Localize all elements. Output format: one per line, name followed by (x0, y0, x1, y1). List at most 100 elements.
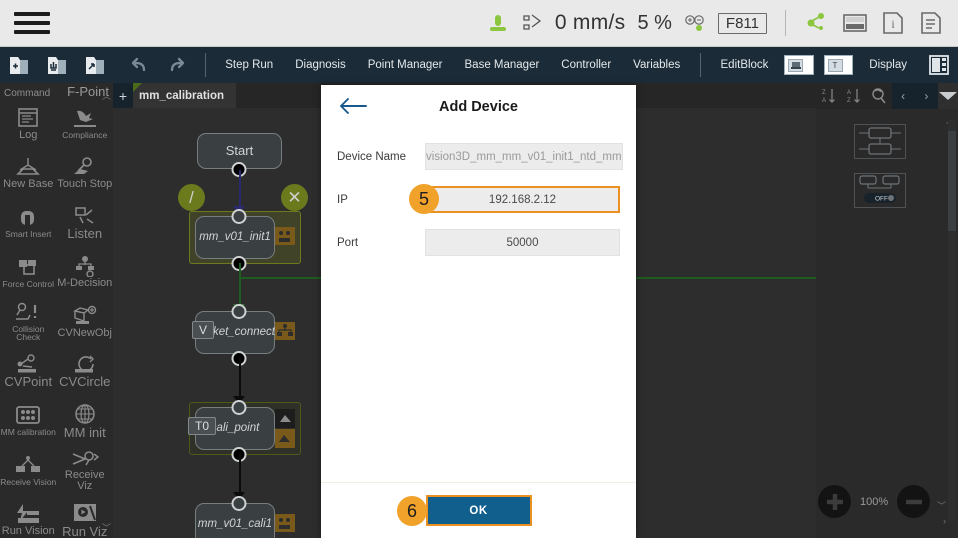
next-page-button[interactable]: › (914, 83, 938, 109)
menu-variables[interactable]: Variables (622, 59, 691, 71)
sort-z-a-icon[interactable]: AZ (841, 83, 866, 109)
sidebar-item-force-control[interactable]: Force Control (0, 248, 57, 298)
sidebar-scroll-down-icon[interactable]: ﹀ (102, 521, 111, 534)
properties-body: ︿ OFF ﹀ › (816, 109, 958, 538)
node-label: Start (225, 142, 254, 158)
tool-dropdown[interactable]: T 0 NOTOC ▼ (823, 55, 854, 75)
node-init-in-port[interactable] (231, 209, 247, 224)
menu-controller[interactable]: Controller (550, 59, 622, 71)
panel-scroll-down-icon[interactable]: ﹀ (937, 499, 946, 512)
sidebar-item-mm-init[interactable]: MM init (57, 396, 114, 446)
flow-block-card[interactable] (854, 124, 906, 159)
frame-indicator[interactable]: F811 (717, 12, 767, 34)
node-delete-badge[interactable]: ✕ (281, 184, 308, 211)
node-cali-point-in-port[interactable] (231, 400, 247, 415)
application-window: 0 mm/s 5 % F811 i Step Run Diagnosis Poi… (0, 0, 958, 538)
tool-icon: T (827, 58, 843, 72)
redo-icon[interactable] (158, 53, 196, 77)
sidebar-label: Compliance (62, 130, 108, 140)
toggle-block-card[interactable]: OFF (854, 173, 906, 208)
menu-diagnosis[interactable]: Diagnosis (284, 59, 357, 71)
open-file-icon[interactable] (76, 53, 114, 77)
sidebar-scroll-up-icon[interactable]: ︿ (102, 89, 111, 102)
ok-button[interactable]: OK (425, 495, 532, 526)
sidebar-item-log[interactable]: Log (0, 99, 57, 149)
zoom-in-icon[interactable] (818, 485, 851, 518)
sidebar-label: MM init (63, 424, 106, 440)
save-file-icon[interactable] (38, 53, 76, 77)
info-icon[interactable]: i (880, 11, 906, 35)
document-log-icon[interactable] (918, 11, 944, 35)
port-input[interactable]: 50000 (425, 229, 620, 256)
dialog-footer: 6 OK (321, 482, 636, 538)
m-decision-icon (75, 256, 94, 278)
sidebar-item-collision-check[interactable]: Collision Check (0, 297, 57, 347)
sidebar-label: Collision Check (12, 323, 45, 343)
device-name-input[interactable]: vision3D_mm_mm_v01_init1_ntd_mm (425, 143, 623, 170)
sidebar-item-receive-viz[interactable]: Receive Viz (57, 446, 114, 496)
mm-calibration-icon (16, 406, 41, 424)
panel-dropdown-button[interactable] (937, 83, 958, 109)
menu-base-manager[interactable]: Base Manager (454, 59, 551, 71)
svg-text:A: A (822, 98, 826, 104)
svg-text:i: i (891, 17, 895, 31)
sidebar-label: Run Vision (1, 524, 55, 537)
cv-point-icon (17, 354, 37, 373)
sidebar-label: Receive Vision (0, 476, 57, 487)
cv-new-obj-icon (72, 305, 96, 324)
percent-value: 5 % (637, 11, 672, 34)
undo-icon[interactable] (120, 53, 158, 77)
network-icon[interactable] (804, 11, 830, 35)
sidebar-label: CVNewObj (57, 326, 112, 339)
sidebar-item-cvnewobj[interactable]: CVNewObj (57, 297, 114, 347)
compliance-icon (73, 110, 96, 127)
sidebar-item-mm-calibration[interactable]: MM calibration (0, 396, 57, 446)
node-cali1-in-port[interactable] (231, 496, 247, 511)
sidebar-item-listen[interactable]: Listen (57, 198, 114, 248)
sidebar-item-touch-stop[interactable]: Touch Stop (57, 149, 114, 199)
zoom-out-icon[interactable] (897, 485, 931, 518)
receive-viz-icon (72, 451, 99, 466)
sidebar-item-smart-insert[interactable]: Smart Insert (0, 198, 57, 248)
zoom-in-out-icon[interactable] (684, 13, 706, 33)
menu-step-run[interactable]: Step Run (214, 59, 284, 71)
top-status-bar: 0 mm/s 5 % F811 i (0, 0, 958, 47)
sidebar-label: Force Control (2, 278, 55, 289)
sidebar-item-receive-vision[interactable]: Receive Vision (0, 446, 57, 496)
smart-insert-icon (21, 211, 35, 225)
node-enable-badge[interactable]: / (178, 184, 205, 211)
menu-point-manager[interactable]: Point Manager (357, 59, 454, 71)
back-arrow-icon[interactable] (339, 97, 367, 120)
sort-a-z-icon[interactable]: ZA (816, 83, 841, 109)
sidebar-item-compliance[interactable]: Compliance (57, 99, 114, 149)
search-refresh-icon[interactable] (866, 83, 891, 109)
add-tab-button[interactable]: + (113, 83, 133, 108)
sidebar-label: New Base (3, 178, 54, 191)
ip-input[interactable]: 192.168.2.12 (425, 186, 620, 213)
sidebar-item-cvcircle[interactable]: CVCircle (57, 347, 114, 397)
tab-mm-calibration[interactable]: mm_calibration (133, 83, 236, 108)
panel-scrollbar-thumb[interactable] (948, 131, 956, 231)
new-file-icon[interactable] (0, 53, 38, 77)
menu-display[interactable]: Display (858, 59, 918, 71)
listen-icon (75, 207, 94, 224)
hamburger-menu-icon[interactable] (14, 8, 50, 38)
node-cali-point-tag: T0 (188, 417, 217, 435)
robot-base-icon (788, 58, 804, 72)
sidebar-label: Receive Viz (64, 468, 105, 492)
menu-editblock[interactable]: EditBlock (710, 59, 780, 71)
robot-jog-icon[interactable] (487, 11, 509, 35)
edge-socket-to-cali-point (239, 358, 241, 400)
chevron-down-icon (938, 92, 957, 100)
keyboard-icon[interactable] (842, 11, 868, 35)
sidebar-item-new-base[interactable]: New Base (0, 149, 57, 199)
sidebar-item-cvpoint[interactable]: CVPoint (0, 347, 57, 397)
node-socket-plugin-icon (273, 320, 299, 344)
robot-base-dropdown[interactable]: 0 RobotB ▼ (784, 55, 814, 75)
node-socket-in-port[interactable] (231, 304, 247, 319)
prev-page-button[interactable]: ‹ (891, 83, 915, 109)
sidebar-item-m-decision[interactable]: M-Decision (57, 248, 114, 298)
sidebar-item-run-vision[interactable]: Run Vision (0, 495, 57, 538)
panel-expand-icon[interactable]: › (943, 516, 946, 526)
layout-panel-icon[interactable] (920, 53, 958, 77)
